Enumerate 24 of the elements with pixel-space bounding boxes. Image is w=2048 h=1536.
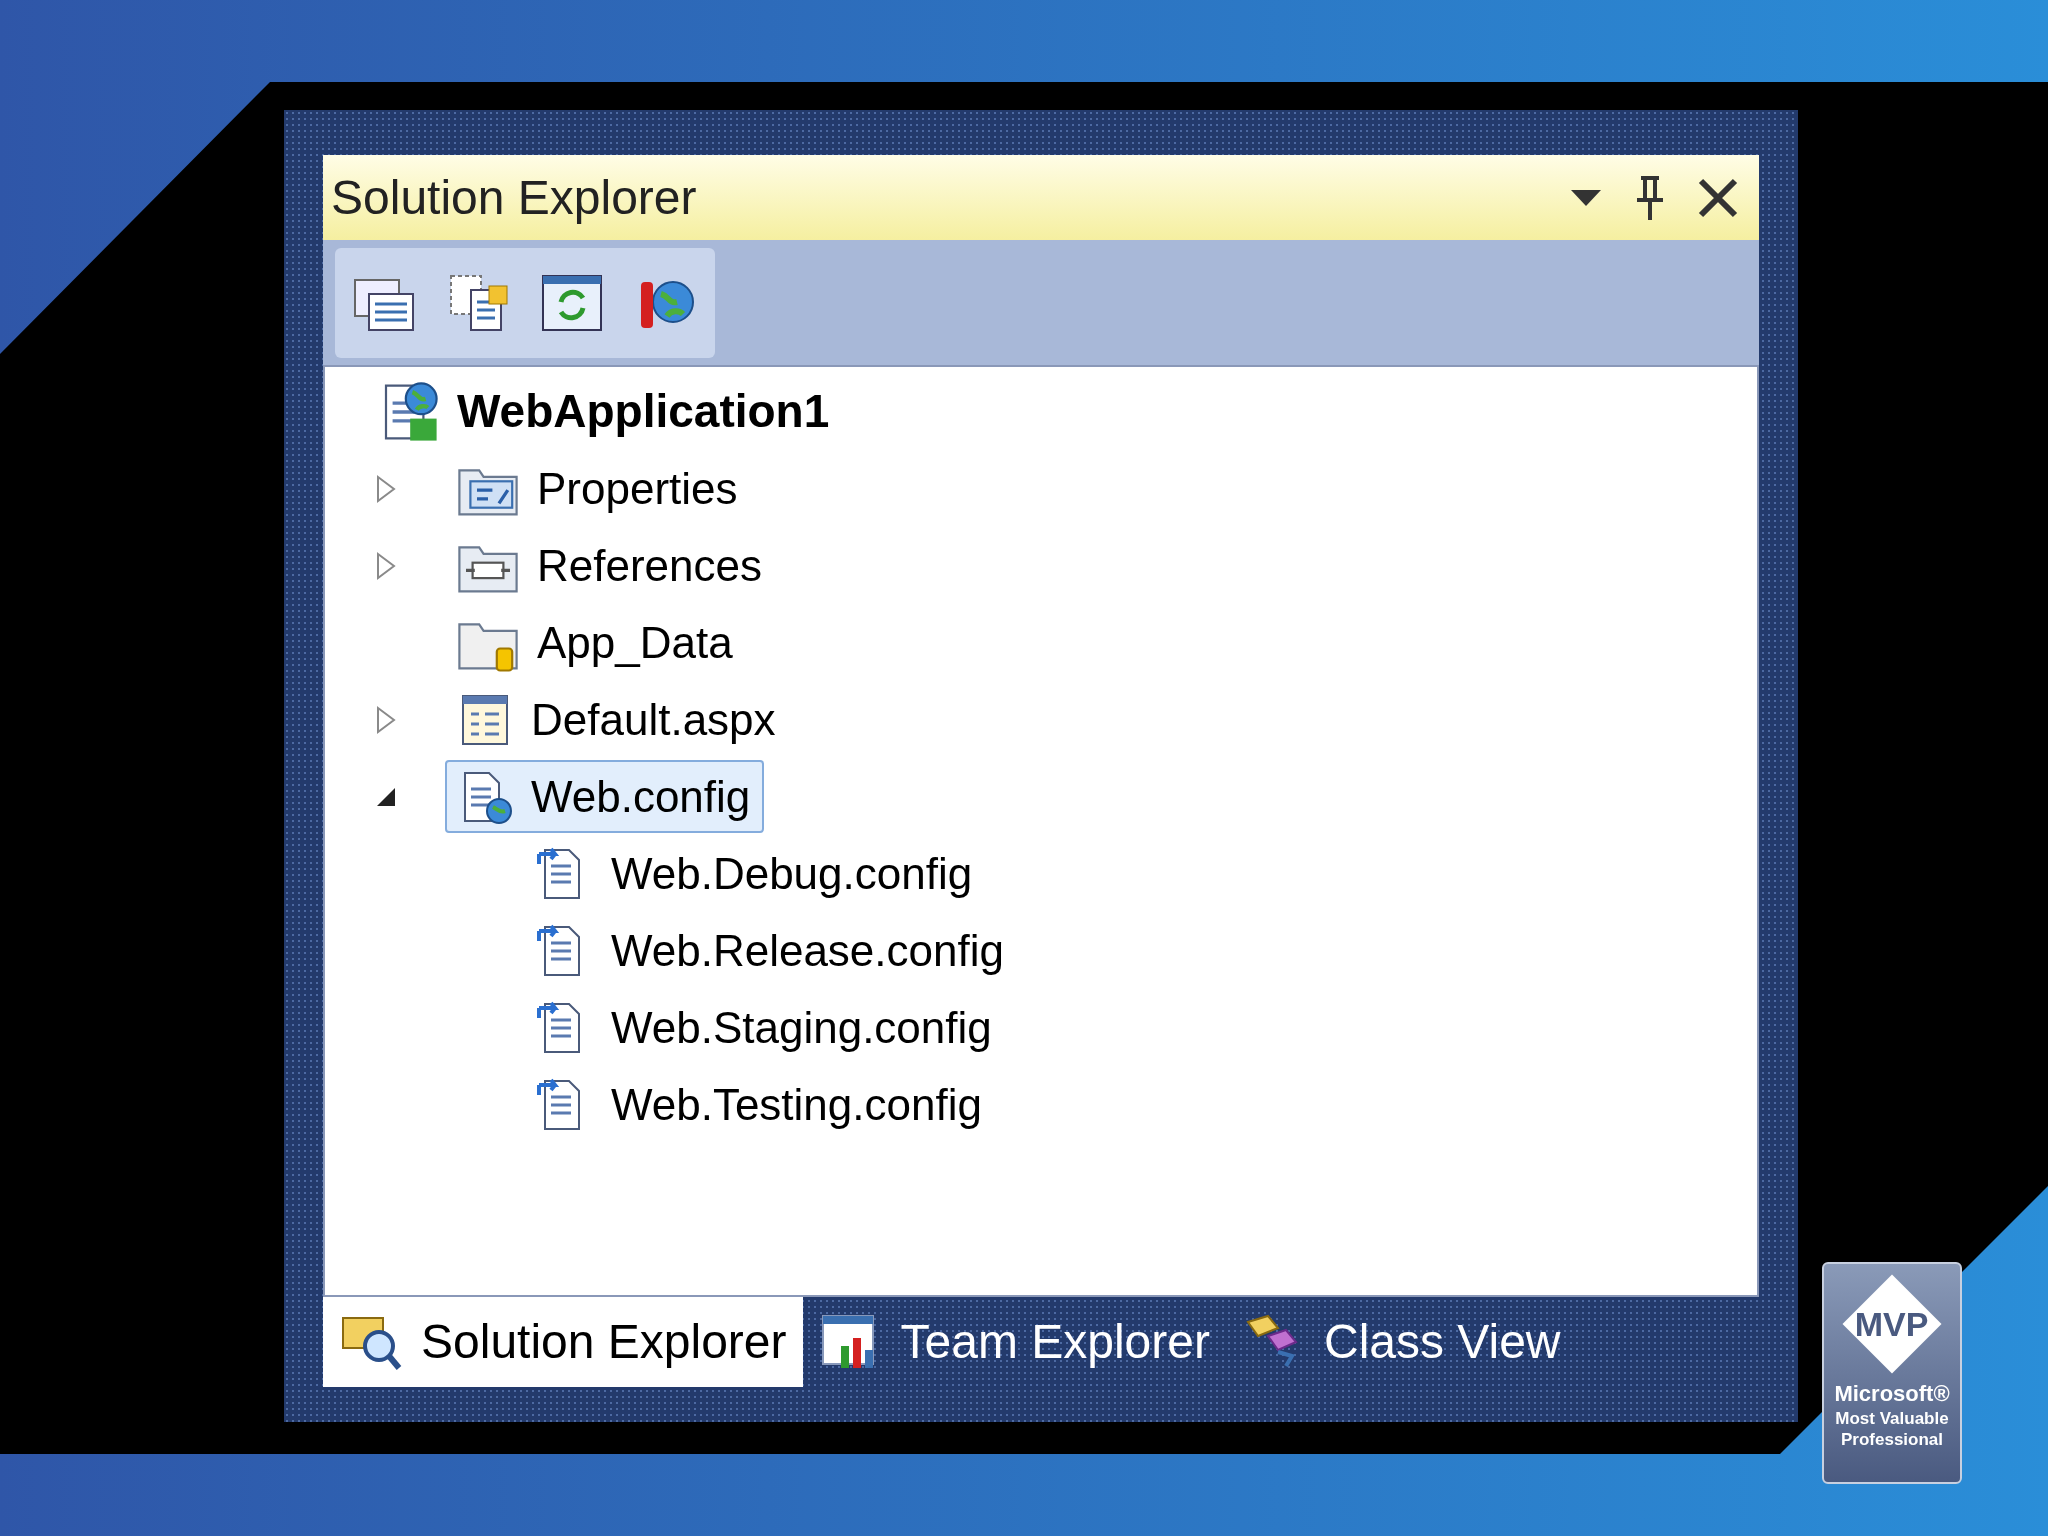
tree-item[interactable]: Web.Release.config [525, 914, 1018, 987]
panel-title: Solution Explorer [331, 169, 698, 226]
expand-arrow-icon[interactable] [375, 550, 397, 581]
tree-item[interactable]: Web.Testing.config [525, 1068, 996, 1141]
diamond-logo: MVP [1844, 1276, 1940, 1372]
badge-text: Most Valuable [1835, 1407, 1949, 1429]
tree-item[interactable]: Default.aspx [445, 683, 790, 756]
panel-tab[interactable]: Team Explorer [802, 1297, 1226, 1387]
tree-item[interactable]: Web.Staging.config [525, 991, 1006, 1064]
tree-item[interactable]: Properties [445, 452, 752, 525]
panel-tab[interactable]: Solution Explorer [323, 1297, 803, 1387]
badge-text: Professional [1840, 1428, 1943, 1450]
panel-tab[interactable]: Class View [1226, 1297, 1577, 1387]
expand-arrow-icon[interactable] [375, 473, 397, 504]
tree-item[interactable]: App_Data [445, 606, 747, 679]
tree-item[interactable]: WebApplication1 [365, 375, 844, 448]
pin-icon[interactable] [1635, 173, 1665, 222]
badge-text: Microsoft® [1834, 1380, 1950, 1408]
dropdown-icon[interactable] [1569, 187, 1603, 208]
tree-item[interactable]: Web.Debug.config [525, 837, 987, 910]
tree-item[interactable]: Web.config [445, 760, 765, 833]
close-icon[interactable] [1697, 176, 1739, 219]
tree-item[interactable]: References [445, 529, 776, 602]
expand-arrow-icon[interactable] [375, 704, 397, 735]
